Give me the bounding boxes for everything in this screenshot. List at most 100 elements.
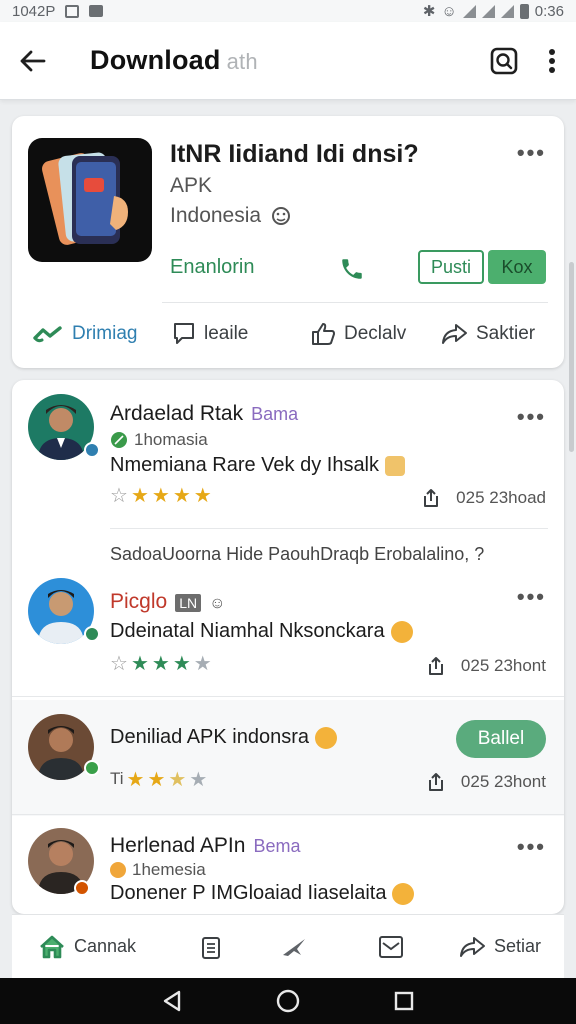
gallery-icon — [65, 4, 80, 18]
emoji-icon: ☺ — [209, 595, 226, 612]
star-icon: ★ — [130, 653, 149, 675]
star-icon: ☆ — [110, 653, 128, 675]
review-date: 025 23hoad — [456, 488, 546, 507]
more-vert-icon — [549, 48, 555, 73]
back-button[interactable] — [0, 22, 64, 100]
star-icon: ★ — [147, 769, 166, 791]
page-title: Download ath — [90, 45, 258, 76]
review-text: Donener P IMGloaiad Iiaselaita — [110, 882, 415, 905]
like-action[interactable]: Declalv — [310, 322, 406, 346]
action-pill-button[interactable]: Ballel — [456, 720, 546, 758]
back-triangle-icon[interactable] — [161, 989, 183, 1013]
emoji-icon — [315, 726, 338, 749]
review-location: 1hemesia — [110, 860, 206, 880]
bottom-navigation: Cannak Setiar — [12, 914, 564, 978]
leaf-icon — [111, 432, 127, 448]
app-region: Indonesia — [170, 204, 291, 228]
review-author-name: Herlenad APIn — [110, 834, 246, 857]
signal-icon — [481, 4, 495, 18]
review-author-tag: LN — [175, 594, 202, 612]
section-text: SadoaUoorna Hide PaouhDraqb Erobalalino,… — [110, 544, 485, 564]
star-icon: ★ — [172, 653, 191, 675]
star-icon: ★ — [189, 769, 208, 791]
arrow-left-icon — [20, 50, 46, 71]
review-overflow-button[interactable]: ••• — [517, 586, 546, 608]
status-bar: 1042P ✱ ☺ 0:36 — [0, 0, 576, 22]
review-author-name: Ardaelad Rtak — [110, 402, 244, 425]
review-meta: 025 23hont — [427, 656, 546, 676]
comment-action[interactable]: leaile — [172, 321, 248, 347]
share-up-icon[interactable] — [422, 488, 440, 508]
share-up-icon[interactable] — [427, 772, 445, 792]
emoji-icon — [392, 882, 415, 905]
rating-prefix: Ti — [110, 769, 124, 788]
nav-inbox[interactable] — [378, 935, 404, 959]
review-item: Deniliad APK indonsra Ballel Ti ★ ★ ★ ★ … — [12, 700, 564, 816]
verified-badge-icon — [84, 760, 100, 776]
signal-icon-2 — [500, 4, 514, 18]
download-action[interactable]: Drimiag — [32, 323, 137, 345]
comment-icon — [174, 323, 194, 344]
verified-badge-icon — [74, 880, 90, 896]
review-item: Ardaelad Rtak Bama ••• 1homasia Nmemiana… — [12, 380, 564, 530]
review-location-text: 1homasia — [134, 430, 208, 449]
divider — [110, 528, 548, 529]
star-icon: ☆ — [110, 485, 128, 507]
overflow-menu-button[interactable] — [548, 48, 556, 74]
chip-filled-button[interactable]: Kox — [488, 250, 546, 284]
app-detail-card: ItNR Iidiand Idi dnsi? ••• APK Indonesia… — [12, 116, 564, 368]
emoji-icon — [272, 207, 291, 225]
review-text: Nmemiana Rare Vek dy Ihsalk — [110, 454, 406, 477]
search-button[interactable] — [490, 47, 518, 75]
comment-action-label: leaile — [204, 323, 249, 344]
review-location-text: 1hemesia — [132, 860, 206, 879]
checkbox-mail-icon — [379, 935, 403, 958]
wifi-icon — [462, 4, 476, 18]
status-time-right: 0:36 — [534, 2, 564, 20]
review-text: Deniliad APK indonsra — [110, 726, 338, 749]
app-bar: Download ath — [0, 22, 576, 100]
star-icon: ★ — [193, 485, 212, 507]
rating-stars: ☆ ★ ★ ★ ★ — [110, 654, 212, 674]
call-button[interactable] — [339, 256, 365, 287]
share-action-label: Saktier — [476, 323, 536, 344]
phone-icon — [342, 259, 362, 279]
page-title-text: Download — [90, 45, 221, 75]
developer-link[interactable]: Enanlorin — [170, 256, 255, 279]
card-overflow-button[interactable]: ••• — [517, 142, 546, 164]
alarm-icon: ☺ — [441, 2, 457, 20]
star-icon: ★ — [172, 485, 191, 507]
nav-settings-label: Setiar — [494, 936, 542, 956]
review-date: 025 23hont — [460, 656, 546, 675]
share-arrow-icon — [460, 936, 485, 957]
star-icon: ★ — [151, 653, 170, 675]
review-meta: 025 23hoad — [422, 488, 546, 508]
review-text: Ddeinatal Niamhal Nksonckara — [110, 620, 413, 643]
review-overflow-button[interactable]: ••• — [517, 836, 546, 858]
nav-settings[interactable]: Setiar — [458, 935, 541, 959]
nav-library[interactable] — [200, 934, 222, 960]
verified-badge-icon — [84, 626, 100, 642]
share-up-icon[interactable] — [427, 656, 445, 676]
star-icon: ★ — [151, 485, 170, 507]
app-region-text: Indonesia — [170, 204, 262, 227]
share-action[interactable]: Saktier — [440, 322, 535, 346]
home-circle-icon[interactable] — [275, 988, 301, 1014]
review-overflow-button[interactable]: ••• — [517, 406, 546, 428]
page-title-suffix: ath — [226, 49, 258, 74]
scrollbar[interactable] — [569, 262, 574, 452]
share-icon — [442, 324, 467, 344]
nav-flights[interactable] — [280, 935, 308, 959]
review-author: Herlenad APIn Bema — [110, 834, 300, 858]
review-date: 025 23hont — [460, 772, 546, 791]
review-meta: 025 23hont — [427, 772, 546, 792]
system-navigation-bar — [0, 978, 576, 1024]
recents-square-icon[interactable] — [393, 990, 415, 1012]
home-icon — [40, 935, 64, 958]
app-name: ItNR Iidiand Idi dnsi? — [170, 140, 419, 168]
nav-home[interactable]: Cannak — [38, 934, 136, 960]
chip-outline-button[interactable]: Pusti — [418, 250, 484, 284]
bluetooth-icon: ✱ — [422, 3, 436, 20]
review-author-tag: Bema — [253, 836, 301, 856]
star-icon: ★ — [126, 769, 145, 791]
